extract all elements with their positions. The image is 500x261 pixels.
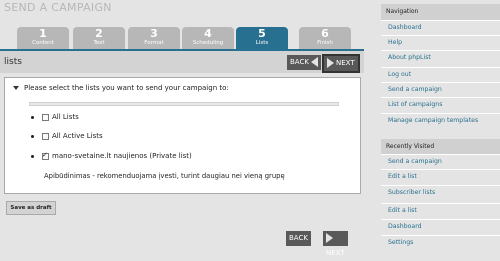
recent-item-dashboard[interactable]: Dashboard — [381, 219, 500, 234]
list-option-all-active-lists: All Active Lists — [31, 132, 103, 140]
next-label: NEXT — [326, 249, 345, 257]
list-option-private-list: mano-svetaine.lt naujienos (Private list… — [31, 151, 192, 160]
checkbox-all-active-lists[interactable] — [42, 132, 49, 140]
tab-format[interactable]: 3 Format — [128, 27, 180, 49]
step-label: Finish — [317, 40, 333, 46]
sidebar: Navigation Dashboard Help About phpList … — [381, 0, 500, 252]
option-label: mano-svetaine.lt naujienos (Private list… — [52, 152, 192, 160]
recent-item-send-campaign[interactable]: Send a campaign — [381, 154, 500, 169]
sidebar-item-logout[interactable]: Log out — [381, 67, 500, 82]
tab-text[interactable]: 2 Text — [73, 27, 125, 49]
step-toolbar: lists BACK NEXT — [0, 49, 364, 73]
tab-content[interactable]: 1 Content — [17, 27, 69, 49]
next-button[interactable]: NEXT — [324, 56, 358, 71]
tab-lists[interactable]: 5 Lists — [236, 27, 288, 49]
next-button-highlight: NEXT — [322, 54, 360, 73]
bullet-icon — [31, 134, 34, 138]
step-label: Scheduling — [192, 40, 224, 46]
step-number: 1 — [39, 27, 47, 40]
sidebar-item-campaign-templates[interactable]: Manage campaign templates — [381, 113, 500, 128]
step-label: Content — [32, 40, 54, 46]
arrow-right-icon — [326, 233, 333, 243]
back-button-bottom[interactable]: BACK — [286, 231, 311, 258]
page-title: SEND A CAMPAIGN — [4, 1, 112, 14]
divider — [29, 102, 339, 106]
option-label: All Active Lists — [52, 132, 103, 140]
panel-heading-text: Please select the lists you want to send… — [24, 84, 229, 92]
list-option-all-lists: All Lists — [31, 113, 79, 121]
bullet-icon — [31, 115, 34, 119]
checkbox-private-list[interactable] — [42, 151, 49, 160]
sidebar-item-send-campaign[interactable]: Send a campaign — [381, 82, 500, 97]
tab-finish[interactable]: 6 Finish — [299, 27, 351, 49]
step-number: 4 — [204, 27, 212, 40]
sidebar-item-dashboard[interactable]: Dashboard — [381, 20, 500, 35]
option-label: All Lists — [52, 113, 79, 121]
collapse-triangle-icon — [13, 86, 19, 90]
bullet-icon — [31, 154, 34, 158]
step-number: 5 — [258, 27, 266, 40]
step-number: 6 — [321, 27, 329, 40]
list-description: Apibūdinimas - rekomenduojama įvesti, tu… — [44, 172, 285, 180]
next-label: NEXT — [336, 59, 355, 67]
checkbox-all-lists[interactable] — [42, 113, 49, 121]
recent-item-settings[interactable]: Settings — [381, 235, 500, 250]
panel-heading[interactable]: Please select the lists you want to send… — [13, 84, 229, 92]
sidebar-item-help[interactable]: Help — [381, 35, 500, 50]
back-label: BACK — [290, 58, 309, 66]
arrow-right-icon — [327, 58, 334, 68]
recent-item-edit-list-2[interactable]: Edit a list — [381, 203, 500, 218]
step-number: 3 — [150, 27, 158, 40]
sidebar-item-about[interactable]: About phpList — [381, 50, 500, 65]
step-label: Text — [93, 40, 105, 46]
back-label: BACK — [289, 234, 308, 242]
step-number: 2 — [95, 27, 103, 40]
arrow-left-icon — [310, 57, 318, 67]
save-draft-button[interactable]: Save as draft — [6, 201, 56, 215]
tab-scheduling[interactable]: 4 Scheduling — [182, 27, 234, 49]
main-content: SEND A CAMPAIGN 1 Content 2 Text 3 Forma… — [0, 0, 377, 258]
arrow-left-icon — [291, 248, 298, 258]
recent-item-subscriber-lists[interactable]: Subscriber lists — [381, 185, 500, 200]
back-button[interactable]: BACK — [287, 55, 321, 70]
step-label: Format — [144, 40, 164, 46]
step-label: Lists — [255, 40, 269, 46]
next-button-bottom[interactable]: NEXT — [323, 231, 348, 257]
navigation-heading: Navigation — [381, 4, 500, 20]
sidebar-item-list-campaigns[interactable]: List of campaigns — [381, 97, 500, 112]
section-label: lists — [4, 57, 22, 67]
recently-visited-heading: Recently Visited — [381, 139, 500, 155]
recent-item-edit-list[interactable]: Edit a list — [381, 169, 500, 184]
